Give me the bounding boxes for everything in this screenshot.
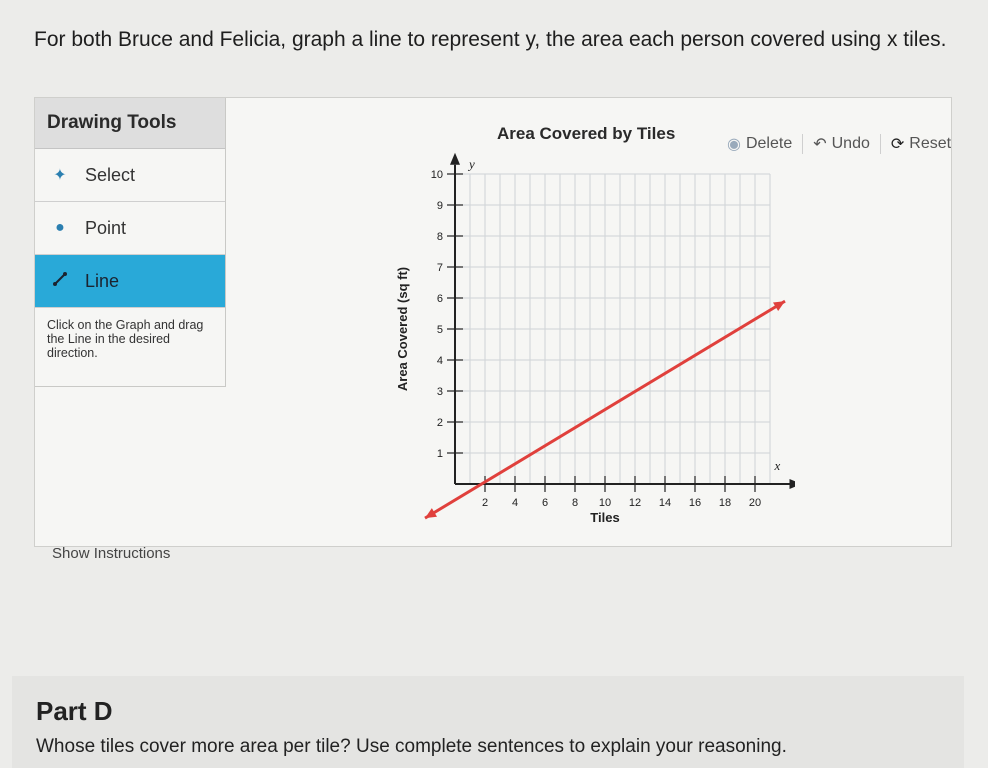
y-tick-label: 9 — [437, 200, 443, 212]
reset-icon: ⟳ — [890, 136, 905, 153]
drawing-tools-panel: Drawing Tools ✦ Select ● Point Line Clic… — [35, 98, 226, 387]
x-axis-title: Tiles — [590, 510, 619, 525]
x-tick-label: 8 — [572, 497, 578, 509]
tool-select-label: Select — [85, 164, 136, 185]
undo-button[interactable]: ↶ Undo — [803, 134, 881, 154]
select-icon: ✦ — [53, 167, 67, 184]
point-icon: ● — [55, 219, 65, 236]
show-instructions-link[interactable]: Show Instructions — [52, 545, 170, 562]
x-tick-label: 16 — [689, 497, 701, 509]
y-axis-arrow — [450, 152, 460, 165]
x-tick-label: 6 — [542, 497, 548, 509]
tool-point[interactable]: ● Point — [35, 202, 225, 255]
y-tick-label: 5 — [437, 324, 443, 336]
x-axis-letter: x — [774, 458, 781, 473]
y-tick-label: 10 — [431, 169, 443, 181]
y-tick-label: 6 — [437, 293, 443, 305]
y-tick-label: 4 — [437, 355, 443, 367]
line-icon — [47, 271, 73, 292]
x-tick-label: 12 — [629, 497, 641, 509]
x-tick-label: 14 — [659, 497, 671, 509]
x-tick-label: 18 — [719, 497, 731, 509]
y-tick-label: 8 — [437, 231, 443, 243]
reset-label: Reset — [909, 135, 952, 152]
x-tick-label: 10 — [599, 497, 611, 509]
y-axis-letter: y — [467, 157, 475, 172]
tool-line-label: Line — [85, 270, 120, 291]
graphing-workspace: Drawing Tools ✦ Select ● Point Line Clic… — [34, 97, 952, 547]
x-tick-label: 4 — [512, 497, 518, 509]
y-axis-title: Area Covered (sq ft) — [395, 267, 410, 391]
y-tick-label: 2 — [437, 417, 443, 429]
x-tick-label: 2 — [482, 497, 488, 509]
y-tick-label: 1 — [437, 448, 443, 460]
graph-title: Area Covered by Tiles — [497, 124, 676, 143]
coordinate-graph[interactable]: 2 4 6 8 10 12 14 16 18 2012345678910xyTilesArea C… — [395, 146, 795, 538]
drawing-tools-title: Drawing Tools — [35, 98, 225, 149]
undo-icon: ↶ — [813, 136, 827, 153]
tool-instructions-note: Click on the Graph and drag the Line in … — [47, 318, 204, 360]
part-d-section: Part D Whose tiles cover more area per t… — [12, 676, 964, 768]
tool-line[interactable]: Line — [35, 255, 225, 308]
x-tick-label: 20 — [749, 497, 761, 509]
y-tick-label: 3 — [437, 386, 443, 398]
tool-point-label: Point — [85, 217, 127, 238]
undo-label: Undo — [831, 135, 870, 152]
reset-button[interactable]: ⟳ Reset — [881, 134, 961, 154]
x-axis-arrow — [789, 479, 795, 489]
tool-select[interactable]: ✦ Select — [35, 149, 225, 202]
problem-prompt: For both Bruce and Felicia, graph a line… — [34, 28, 947, 51]
part-d-question: Whose tiles cover more area per tile? Us… — [36, 736, 787, 757]
part-d-title: Part D — [36, 696, 113, 726]
y-tick-label: 7 — [437, 262, 443, 274]
